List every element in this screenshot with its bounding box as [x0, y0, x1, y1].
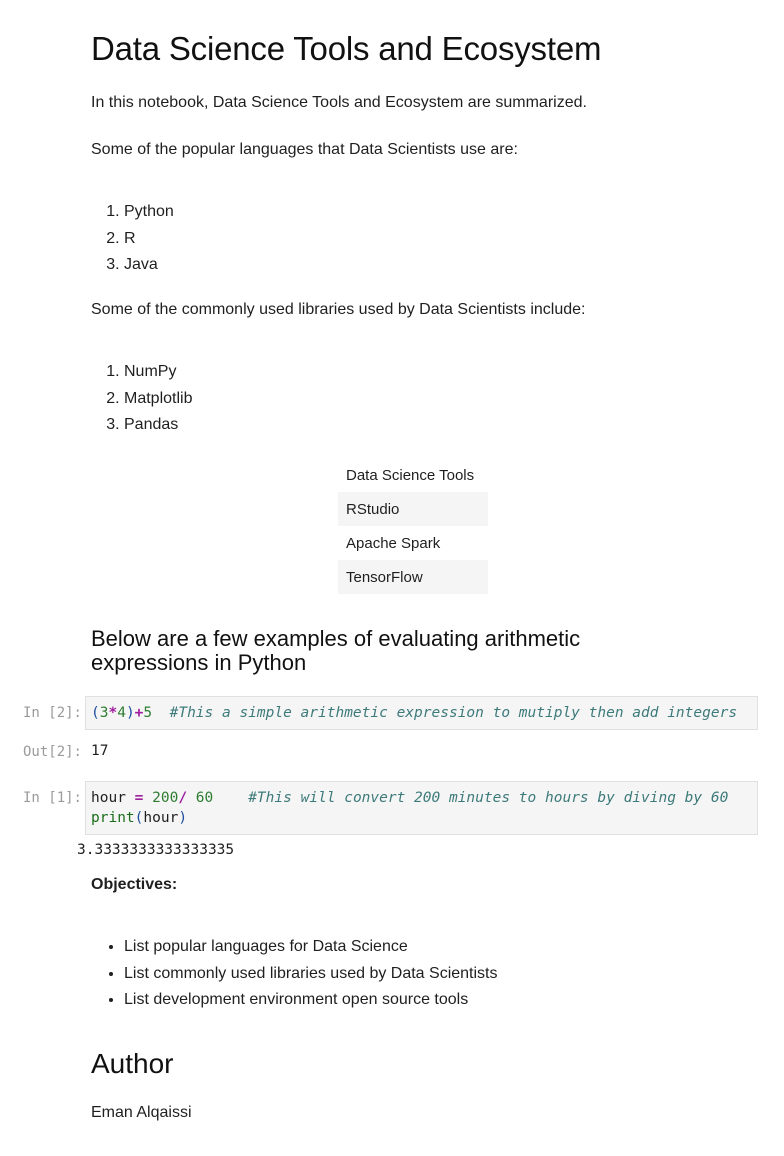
code-cell[interactable]: (3*4)+5 #This a simple arithmetic expres… [85, 696, 758, 730]
code-token: 200 [152, 790, 179, 806]
cell-output: 17 [91, 743, 109, 759]
libraries-list: NumPy Matplotlib Pandas [91, 359, 192, 439]
code-token: hour [143, 810, 179, 826]
code-token: print [91, 810, 135, 826]
arithmetic-heading: Below are a few examples of evaluating a… [91, 626, 581, 675]
table-row: TensorFlow [338, 560, 488, 594]
code-token: * [108, 705, 118, 721]
author-heading: Author [91, 1048, 174, 1079]
list-item: List popular languages for Data Science [124, 934, 498, 961]
libraries-heading: Some of the commonly used libraries used… [91, 301, 586, 318]
code-token: 4 [117, 705, 126, 721]
list-item: NumPy [124, 359, 192, 386]
objectives-heading: Objectives: [91, 876, 178, 893]
code-token: = [134, 790, 144, 806]
code-cell[interactable]: hour = 200/ 60 #This will convert 200 mi… [85, 781, 758, 835]
notebook-title: Data Science Tools and Ecosystem [91, 30, 602, 67]
list-item: List development environment open source… [124, 987, 498, 1014]
list-item: Java [124, 252, 174, 279]
objectives-list: List popular languages for Data Science … [91, 934, 498, 1014]
code-token: / [178, 790, 188, 806]
cell-output: 3.3333333333333335 [77, 842, 235, 858]
languages-heading: Some of the popular languages that Data … [91, 141, 518, 158]
code-token: 5 [143, 705, 153, 721]
output-prompt: Out[2]: [22, 744, 82, 760]
tools-table: Data Science Tools RStudio Apache Spark … [338, 458, 488, 594]
list-item: Matplotlib [124, 386, 192, 413]
intro-text: In this notebook, Data Science Tools and… [91, 94, 587, 111]
input-prompt: In [1]: [22, 790, 82, 806]
table-header: Data Science Tools [346, 466, 475, 484]
code-token: ) [178, 810, 188, 826]
table-row: Apache Spark [346, 534, 441, 552]
author-name: Eman Alqaissi [91, 1104, 192, 1121]
languages-list: Python R Java [91, 199, 174, 279]
list-item: Python [124, 199, 174, 226]
table-row: RStudio [338, 492, 488, 526]
code-comment: #This will convert 200 minutes to hours … [248, 790, 729, 806]
code-comment: #This a simple arithmetic expression to … [169, 705, 738, 721]
code-token: hour [91, 790, 135, 806]
input-prompt: In [2]: [22, 705, 82, 721]
list-item: List commonly used libraries used by Dat… [124, 961, 498, 988]
code-token: ( [91, 705, 100, 721]
list-item: Pandas [124, 412, 192, 439]
code-token: 60 [195, 790, 214, 806]
code-token: ) [125, 705, 135, 721]
list-item: R [124, 226, 174, 253]
